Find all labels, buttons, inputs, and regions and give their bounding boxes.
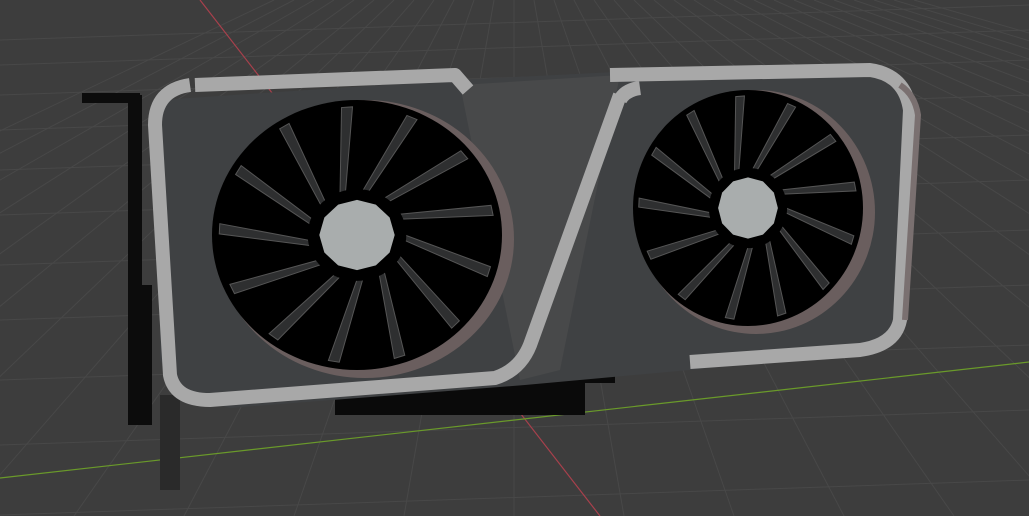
- 3d-viewport[interactable]: [0, 0, 1029, 516]
